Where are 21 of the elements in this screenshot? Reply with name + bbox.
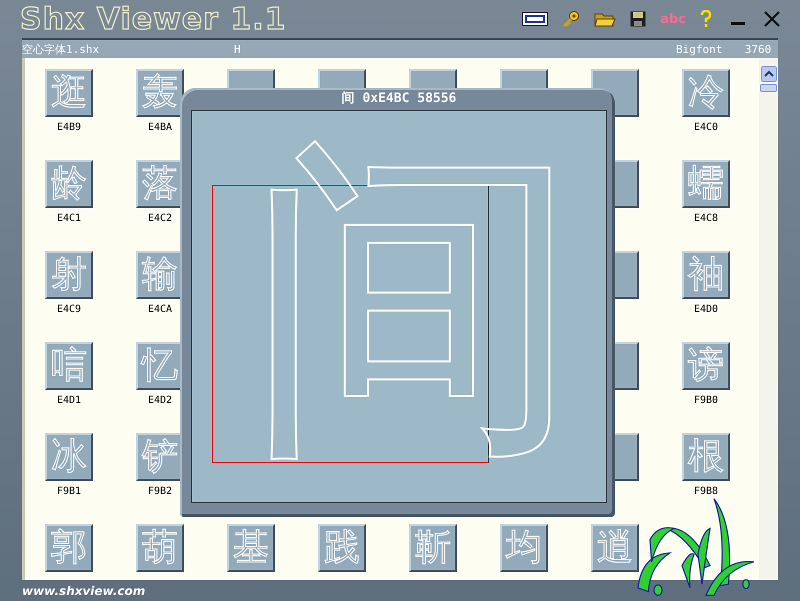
current-char: H bbox=[234, 42, 242, 56]
glyph-code: E4C0 bbox=[694, 122, 718, 133]
glyph-code: E4C9 bbox=[56, 304, 82, 315]
glyph-code: F9B1 bbox=[56, 486, 82, 497]
glyph-code: E4BA bbox=[148, 122, 172, 133]
glyph-code: E4CA bbox=[148, 304, 172, 315]
file-name: 空心字体1.shx bbox=[22, 42, 100, 56]
glyph-code: F9B0 bbox=[694, 395, 718, 406]
glyph-code: E4C8 bbox=[694, 213, 718, 224]
glyph-code: E4D1 bbox=[56, 395, 82, 406]
dialog-title: 间 0xE4BC 58556 bbox=[340, 90, 458, 108]
glyph-code: F9B2 bbox=[148, 486, 172, 497]
app-title: Shx Viewer 1.1 bbox=[20, 2, 287, 36]
glyph-code: E4D2 bbox=[148, 395, 172, 406]
font-type: Bigfont bbox=[676, 42, 724, 56]
glyph-count: 3760 bbox=[744, 42, 772, 56]
glyph-code: E4C1 bbox=[56, 213, 82, 224]
glyph-code: E4B9 bbox=[56, 122, 82, 133]
glyph-code: F9B8 bbox=[694, 486, 718, 497]
glyph-code: E4D0 bbox=[694, 304, 718, 315]
glyph-code: E4C2 bbox=[148, 213, 172, 224]
